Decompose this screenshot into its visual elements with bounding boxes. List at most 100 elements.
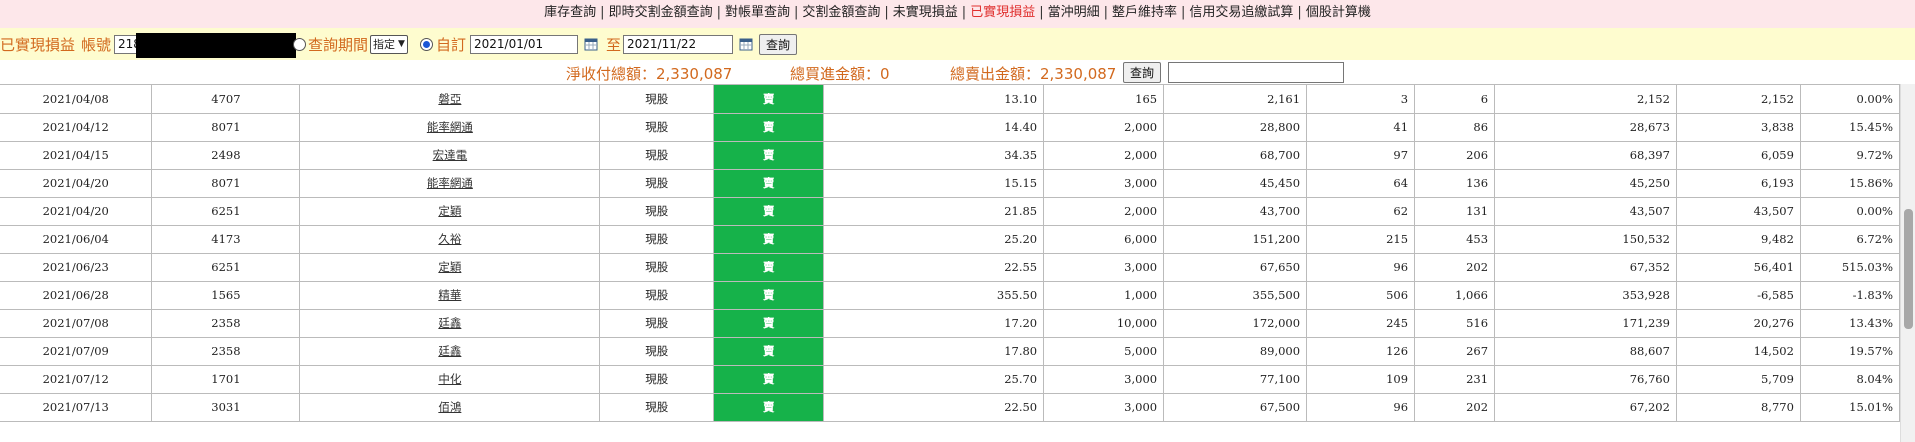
period-select[interactable]: 指定 ▼ <box>370 34 408 54</box>
stock-name-link[interactable]: 定穎 <box>438 260 461 274</box>
action-cell[interactable]: 賣 <box>713 197 825 226</box>
price-cell: 25.70 <box>823 365 1045 394</box>
stock-name-link[interactable]: 中化 <box>438 372 461 386</box>
nav-separator: | <box>600 5 605 20</box>
trade-date-cell: 2021/04/15 <box>0 141 153 170</box>
return-rate-cell: 15.45% <box>1800 113 1900 142</box>
period-radio[interactable] <box>293 37 307 51</box>
sell-total: 總賣出金額：2,330,087 <box>950 65 1117 83</box>
nav-item-0[interactable]: 庫存查詢 <box>544 5 596 20</box>
action-cell[interactable]: 賣 <box>713 337 825 366</box>
net-amount-cell: 171,239 <box>1494 309 1677 338</box>
custom-radio[interactable] <box>419 37 433 51</box>
nav-item-5[interactable]: 已實現損益 <box>970 5 1035 20</box>
stock-name-link[interactable]: 佰鴻 <box>438 400 461 414</box>
date-from-input[interactable] <box>469 34 578 54</box>
nav-item-4[interactable]: 未實現損益 <box>893 5 958 20</box>
trade-date-cell: 2021/06/04 <box>0 225 153 254</box>
tax-cell: 136 <box>1414 169 1496 198</box>
nav-item-8[interactable]: 信用交易追繳試算 <box>1189 5 1293 20</box>
scrollbar[interactable] <box>1900 84 1915 442</box>
stock-code-cell: 6251 <box>151 253 301 282</box>
tax-cell: 131 <box>1414 197 1496 226</box>
query-button[interactable]: 查詢 <box>759 33 798 55</box>
to-label: 至 <box>605 35 621 54</box>
period-select-value: 指定 <box>373 38 396 51</box>
amount-cell: 43,700 <box>1163 197 1308 226</box>
tax-cell: 1,066 <box>1414 281 1496 310</box>
stock-name-link[interactable]: 定穎 <box>438 204 461 218</box>
trade-date-cell: 2021/04/12 <box>0 113 153 142</box>
nav-item-7[interactable]: 整戶維持率 <box>1112 5 1177 20</box>
price-cell: 355.50 <box>823 281 1045 310</box>
quantity-cell: 3,000 <box>1043 365 1165 394</box>
stock-name-cell: 能率網通 <box>299 113 601 142</box>
return-rate-cell: 15.86% <box>1800 169 1900 198</box>
nav-item-2[interactable]: 對帳單查詢 <box>725 5 790 20</box>
profit-cell: 56,401 <box>1676 253 1801 282</box>
quantity-cell: 2,000 <box>1043 141 1165 170</box>
stock-name-link[interactable]: 廷鑫 <box>438 344 461 358</box>
amount-cell: 28,800 <box>1163 113 1308 142</box>
action-cell[interactable]: 賣 <box>713 281 825 310</box>
nav-item-9[interactable]: 個股計算機 <box>1306 5 1371 20</box>
action-cell[interactable]: 賣 <box>713 309 825 338</box>
fee-cell: 41 <box>1306 113 1416 142</box>
quantity-cell: 3,000 <box>1043 169 1165 198</box>
nav-item-6[interactable]: 當沖明細 <box>1048 5 1100 20</box>
stock-name-link[interactable]: 久裕 <box>438 232 461 246</box>
tax-cell: 453 <box>1414 225 1496 254</box>
quantity-cell: 6,000 <box>1043 225 1165 254</box>
stock-name-cell: 精華 <box>299 281 601 310</box>
action-cell[interactable]: 賣 <box>713 113 825 142</box>
amount-cell: 89,000 <box>1163 337 1308 366</box>
net-amount-cell: 43,507 <box>1494 197 1677 226</box>
stock-code-cell: 1565 <box>151 281 301 310</box>
stock-name-link[interactable]: 精華 <box>438 288 461 302</box>
trade-date-cell: 2021/07/13 <box>0 393 153 422</box>
nav-item-1[interactable]: 即時交割金額查詢 <box>609 5 713 20</box>
trade-date-cell: 2021/07/12 <box>0 365 153 394</box>
return-rate-cell: 0.00% <box>1800 85 1900 114</box>
action-cell[interactable]: 賣 <box>713 225 825 254</box>
price-cell: 22.55 <box>823 253 1045 282</box>
stock-name-link[interactable]: 能率網通 <box>427 176 473 190</box>
stock-name-cell: 久裕 <box>299 225 601 254</box>
filter-bar: 已實現損益 帳號 查詢期間 指定 ▼ 自訂 至 查詢 <box>0 28 1915 60</box>
profit-cell: 20,276 <box>1676 309 1801 338</box>
table-row: 2021/04/12 8071 能率網通 現股賣 14.40 2,000 28,800 41 8… <box>0 113 1900 142</box>
profit-cell: 43,507 <box>1676 197 1801 226</box>
action-cell[interactable]: 賣 <box>713 85 825 114</box>
action-cell[interactable]: 賣 <box>713 141 825 170</box>
date-to-input[interactable] <box>623 34 733 54</box>
amount-cell: 172,000 <box>1163 309 1308 338</box>
stock-code-cell: 8071 <box>151 113 301 142</box>
action-cell[interactable]: 賣 <box>713 253 825 282</box>
stock-name-link[interactable]: 宏達電 <box>433 148 468 162</box>
price-cell: 25.20 <box>823 225 1045 254</box>
trade-type-cell: 現股 <box>599 253 715 282</box>
action-cell[interactable]: 賣 <box>713 393 825 422</box>
net-amount-cell: 67,352 <box>1494 253 1677 282</box>
scrollbar-thumb[interactable] <box>1904 209 1913 329</box>
stock-name-link[interactable]: 能率網通 <box>427 120 473 134</box>
price-cell: 17.20 <box>823 309 1045 338</box>
profit-cell: 3,838 <box>1676 113 1801 142</box>
calendar-icon[interactable] <box>584 37 598 51</box>
summary-query-button[interactable]: 查詢 <box>1123 62 1162 83</box>
table-row: 2021/04/08 4707 磐亞 現股賣 13.10 165 2,161 3 6 2,152 2… <box>0 85 1900 114</box>
net-amount-cell: 76,760 <box>1494 365 1677 394</box>
summary-search-input[interactable] <box>1168 62 1344 83</box>
stock-name-link[interactable]: 磐亞 <box>438 92 461 106</box>
action-cell[interactable]: 賣 <box>713 169 825 198</box>
trade-date-cell: 2021/06/28 <box>0 281 153 310</box>
tax-cell: 86 <box>1414 113 1496 142</box>
stock-code-cell: 2358 <box>151 337 301 366</box>
nav-item-3[interactable]: 交割金額查詢 <box>802 5 880 20</box>
stock-name-link[interactable]: 廷鑫 <box>438 316 461 330</box>
fee-cell: 126 <box>1306 337 1416 366</box>
action-cell[interactable]: 賣 <box>713 365 825 394</box>
calendar-icon[interactable] <box>739 37 753 51</box>
tax-cell: 202 <box>1414 393 1496 422</box>
tax-cell: 516 <box>1414 309 1496 338</box>
